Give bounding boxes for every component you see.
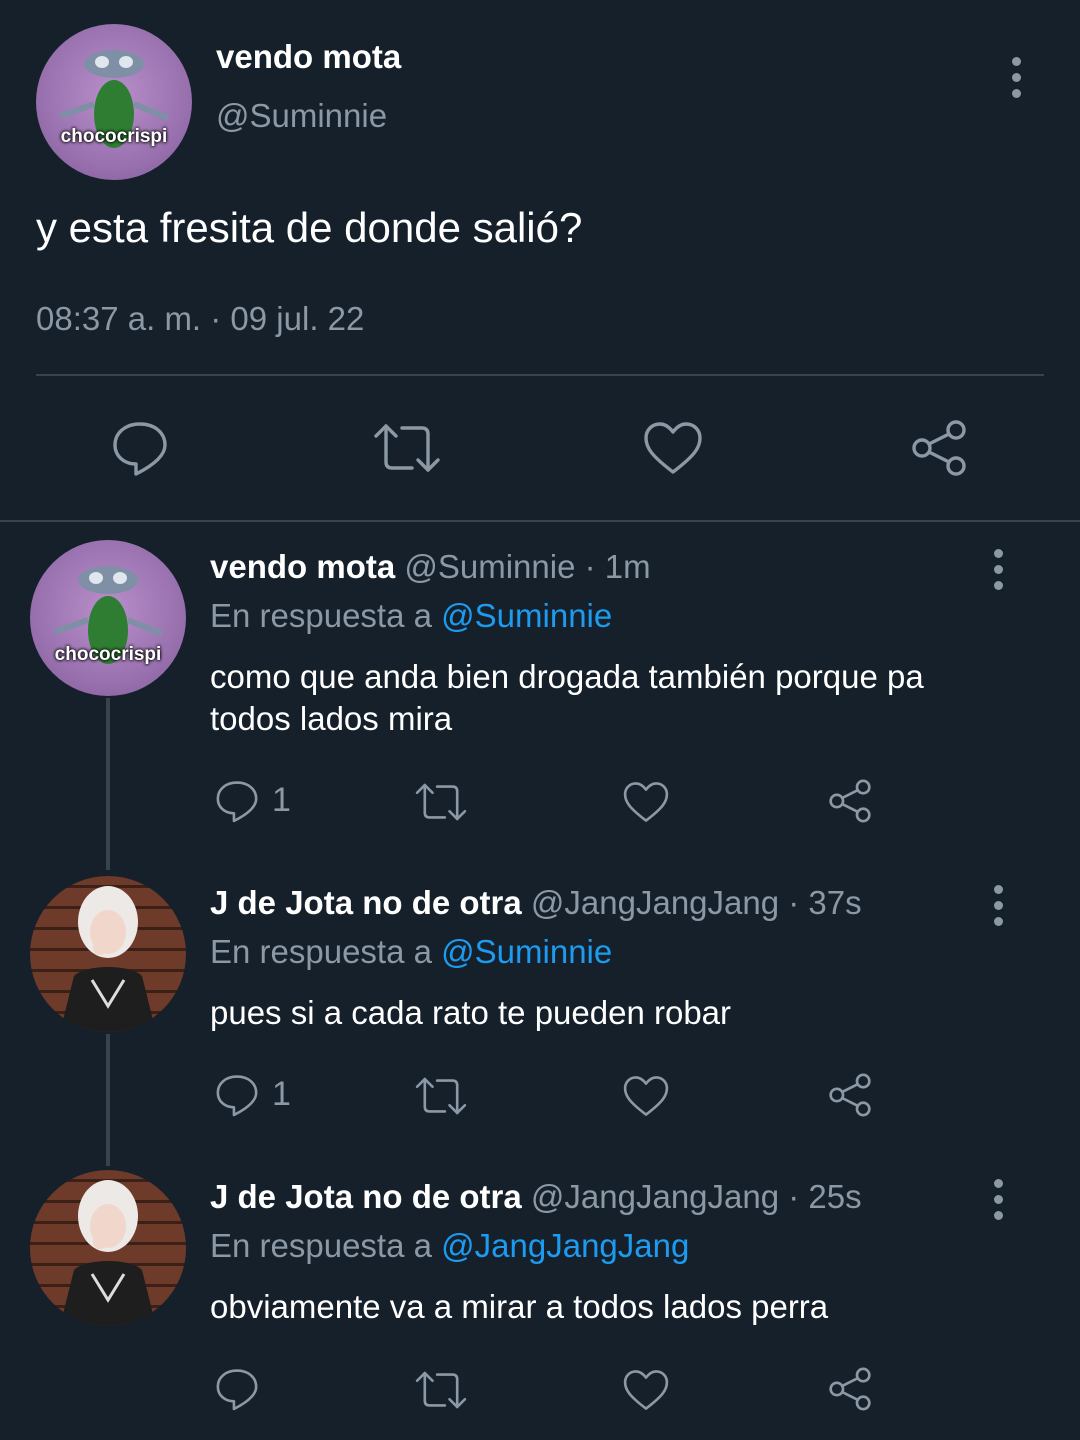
display-name[interactable]: J de Jota no de otra bbox=[210, 884, 522, 921]
like-icon[interactable] bbox=[642, 420, 704, 481]
avatar-image bbox=[60, 1180, 156, 1326]
handle-time[interactable]: @Suminnie · 1m bbox=[404, 548, 650, 585]
like-icon[interactable] bbox=[622, 1074, 670, 1123]
reply-header: vendo mota @Suminnie · 1m bbox=[210, 548, 651, 586]
retweet-icon[interactable] bbox=[414, 1368, 468, 1417]
reply-text: pues si a cada rato te pueden robar bbox=[210, 994, 732, 1031]
avatar[interactable] bbox=[30, 876, 186, 1032]
reply-text: como que anda bien drogada también porqu… bbox=[210, 658, 924, 737]
display-name[interactable]: vendo mota bbox=[216, 38, 401, 76]
more-options-icon[interactable] bbox=[1011, 57, 1023, 105]
avatar-image bbox=[59, 50, 170, 148]
thread-connector bbox=[106, 1034, 110, 1166]
avatar-caption: chococrispi bbox=[54, 644, 162, 665]
more-options-icon[interactable] bbox=[993, 549, 1005, 597]
avatar[interactable] bbox=[30, 1170, 186, 1326]
divider bbox=[0, 520, 1080, 522]
reply-icon[interactable] bbox=[214, 1072, 260, 1123]
avatar[interactable]: chococrispi bbox=[30, 540, 186, 696]
reply-text: obviamente va a mirar a todos lados perr… bbox=[210, 1288, 829, 1325]
reply-count: 1 bbox=[272, 781, 291, 819]
reply-header: J de Jota no de otra @JangJangJang · 37s bbox=[210, 884, 862, 922]
divider bbox=[36, 374, 1044, 376]
thread-connector bbox=[106, 698, 110, 870]
share-icon[interactable] bbox=[826, 1071, 874, 1124]
share-icon[interactable] bbox=[826, 1365, 874, 1418]
reply-header: J de Jota no de otra @JangJangJang · 25s bbox=[210, 1178, 862, 1216]
more-options-icon[interactable] bbox=[993, 1179, 1005, 1227]
mention-link[interactable]: @JangJangJang bbox=[441, 1227, 689, 1264]
reply-context: En respuesta a @JangJangJang bbox=[210, 1227, 690, 1264]
reply-context: En respuesta a @Suminnie bbox=[210, 597, 613, 634]
more-options-icon[interactable] bbox=[993, 885, 1005, 933]
reply-icon[interactable] bbox=[214, 778, 260, 829]
retweet-icon[interactable] bbox=[414, 780, 468, 829]
handle[interactable]: @Suminnie bbox=[216, 97, 387, 135]
avatar-caption: chococrispi bbox=[60, 126, 168, 147]
avatar[interactable]: chococrispi bbox=[36, 24, 192, 180]
avatar-image bbox=[60, 886, 156, 1032]
mention-link[interactable]: @Suminnie bbox=[441, 933, 612, 970]
avatar-image bbox=[53, 566, 164, 664]
share-icon[interactable] bbox=[826, 777, 874, 830]
retweet-icon[interactable] bbox=[372, 420, 442, 481]
tweet-timestamp: 08:37 a. m. · 09 jul. 22 bbox=[36, 300, 365, 337]
handle-time[interactable]: @JangJangJang · 25s bbox=[531, 1178, 862, 1215]
reply-context: En respuesta a @Suminnie bbox=[210, 933, 613, 970]
display-name[interactable]: J de Jota no de otra bbox=[210, 1178, 522, 1215]
like-icon[interactable] bbox=[622, 1368, 670, 1417]
reply-icon[interactable] bbox=[214, 1366, 260, 1417]
reply-count: 1 bbox=[272, 1075, 291, 1113]
handle-time[interactable]: @JangJangJang · 37s bbox=[531, 884, 862, 921]
share-icon[interactable] bbox=[908, 418, 970, 483]
retweet-icon[interactable] bbox=[414, 1074, 468, 1123]
reply-icon[interactable] bbox=[110, 418, 170, 483]
tweet-text: y esta fresita de donde salió? bbox=[36, 204, 583, 251]
mention-link[interactable]: @Suminnie bbox=[441, 597, 612, 634]
like-icon[interactable] bbox=[622, 780, 670, 829]
display-name[interactable]: vendo mota bbox=[210, 548, 395, 585]
